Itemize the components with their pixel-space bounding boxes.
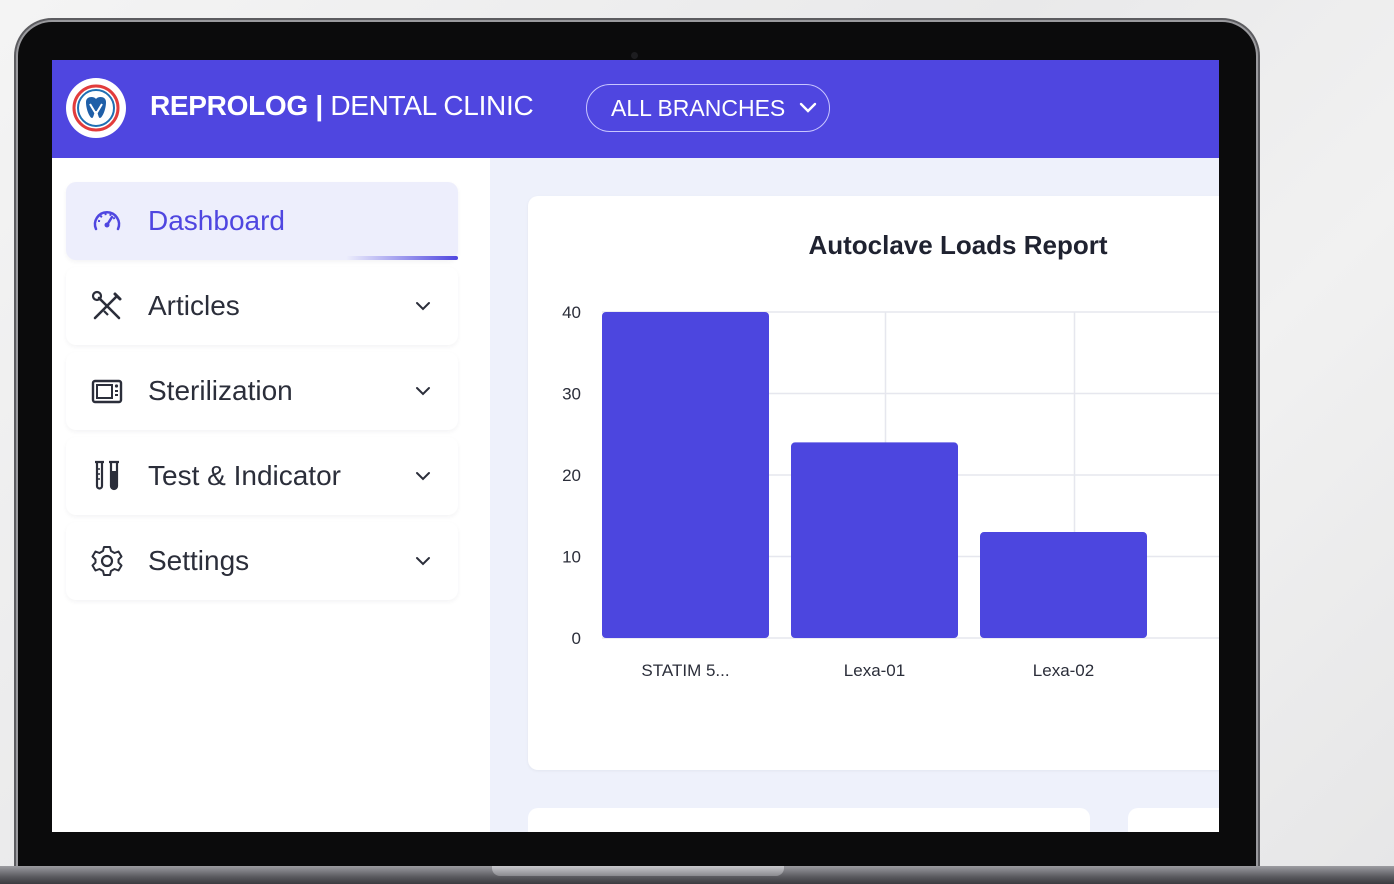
sidebar-item-test-indicator[interactable]: Test & Indicator: [66, 437, 458, 515]
bar: [791, 442, 958, 638]
bar-chart: 0 10 20 30 40 STATIM 5... Lexa-01 Lexa-02: [562, 303, 1219, 680]
sidebar-item-settings[interactable]: Settings: [66, 522, 458, 600]
secondary-card: [528, 808, 1090, 832]
clinic-logo: [66, 78, 126, 138]
branch-selector-label: ALL BRANCHES: [611, 94, 786, 121]
camera-dot: [631, 52, 638, 59]
chevron-down-icon: [416, 557, 430, 566]
laptop-base-notch: [492, 866, 784, 876]
sidebar-item-label: Test & Indicator: [148, 460, 341, 491]
sidebar-item-label: Sterilization: [148, 375, 293, 406]
y-tick-label: 10: [562, 548, 581, 567]
tertiary-card: [1128, 808, 1219, 832]
autoclave-chart-card: Autoclave Loads Report 0 10 20 30 40 STATIM 5…: [528, 196, 1219, 770]
sidebar-item-sterilization[interactable]: Sterilization: [66, 352, 458, 430]
dashboard-gauge-icon: [93, 211, 121, 231]
y-tick-label: 20: [562, 466, 581, 485]
gear-icon: [91, 546, 123, 576]
bar: [980, 532, 1147, 638]
chevron-down-icon: [800, 102, 817, 113]
top-bar: REPROLOG | DENTAL CLINIC ALL BRANCHES: [52, 60, 1219, 158]
chevron-down-icon: [416, 302, 430, 311]
x-tick-label: Lexa-02: [1033, 661, 1094, 680]
brand-name: REPROLOG |: [150, 90, 323, 121]
autoclave-icon: [91, 379, 123, 404]
sidebar: Dashboard Articles Sterilization Test & …: [52, 158, 490, 832]
branch-selector[interactable]: ALL BRANCHES: [586, 84, 830, 132]
sidebar-item-articles[interactable]: Articles: [66, 267, 458, 345]
app-title: REPROLOG | DENTAL CLINIC: [150, 90, 534, 122]
test-tubes-icon: [95, 460, 119, 491]
app-screen: REPROLOG | DENTAL CLINIC ALL BRANCHES Da…: [52, 60, 1219, 832]
y-tick-label: 30: [562, 385, 581, 404]
crossed-tools-icon: [91, 290, 122, 320]
sidebar-item-label: Dashboard: [148, 205, 285, 236]
bar: [602, 312, 769, 638]
brand-subtitle: DENTAL CLINIC: [330, 90, 534, 121]
sidebar-item-dashboard[interactable]: Dashboard: [66, 182, 458, 260]
x-tick-label: STATIM 5...: [641, 661, 729, 680]
active-indicator: [346, 256, 458, 260]
sidebar-item-label: Settings: [148, 545, 250, 576]
chevron-down-icon: [416, 472, 430, 481]
y-tick-label: 40: [562, 303, 581, 322]
chevron-down-icon: [416, 387, 430, 396]
sidebar-item-label: Articles: [148, 290, 240, 321]
y-tick-label: 0: [572, 629, 581, 648]
x-tick-label: Lexa-01: [844, 661, 905, 680]
